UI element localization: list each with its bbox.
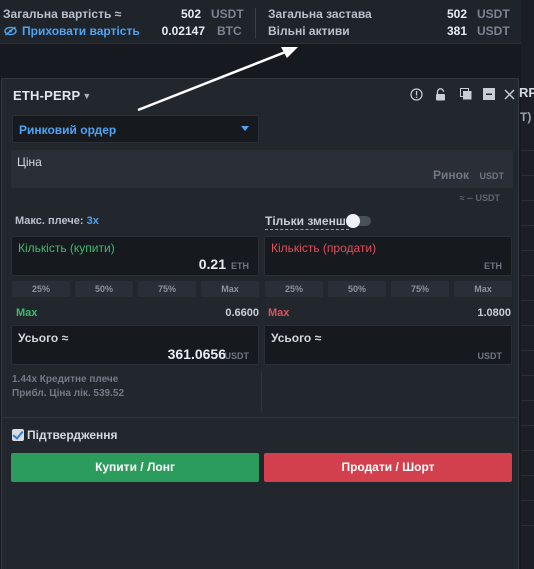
annotation-arrow bbox=[137, 47, 298, 112]
